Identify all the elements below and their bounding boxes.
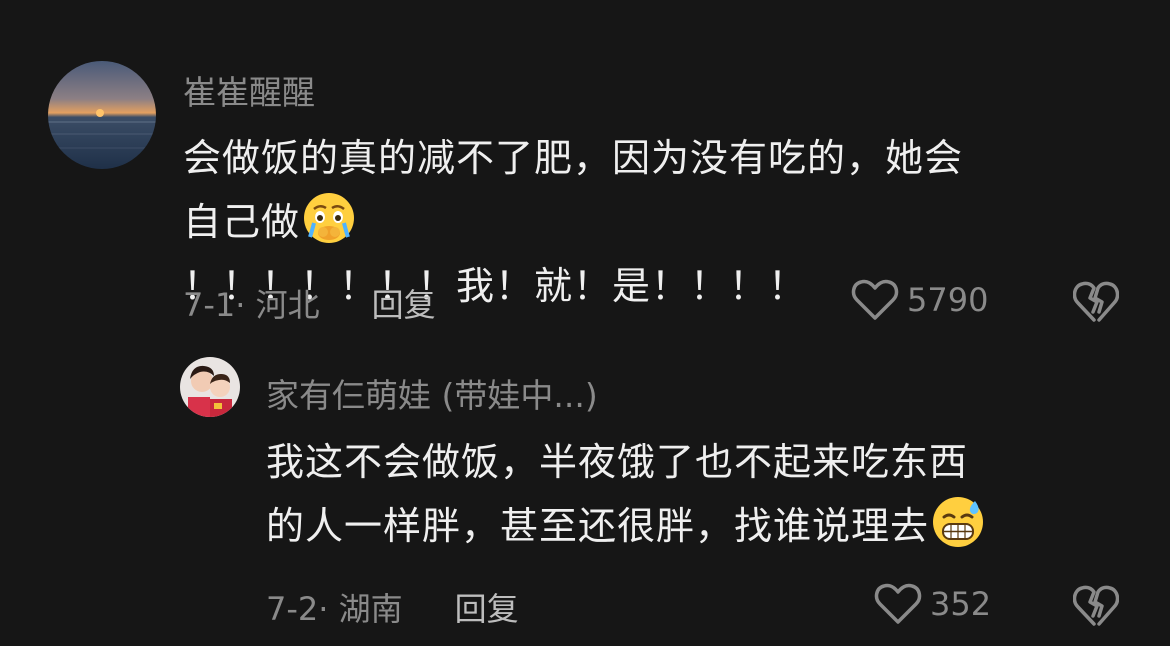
heart-icon	[874, 583, 922, 624]
reply-comment: 家有仨萌娃 (带娃中...) 我这不会做饭，半夜饿了也不起来吃东西 的人一样胖，…	[0, 0, 1170, 646]
reply-button[interactable]: 回复	[455, 590, 519, 628]
avatar[interactable]	[180, 357, 240, 417]
comment-text: 我这不会做饭，半夜饿了也不起来吃东西 的人一样胖，甚至还很胖，找谁说理去	[266, 430, 1126, 558]
grinning-sweat-emoji-icon	[931, 495, 985, 549]
comment-date: 7-2	[266, 590, 319, 628]
broken-heart-icon[interactable]	[1073, 584, 1119, 628]
comment-line: 我这不会做饭，半夜饿了也不起来吃东西	[266, 440, 969, 484]
like-button[interactable]: 352	[874, 582, 991, 626]
comment-line: 的人一样胖，甚至还很胖，找谁说理去	[266, 494, 1126, 558]
comment-location: 湖南	[338, 590, 403, 628]
username[interactable]: 家有仨萌娃 (带娃中...)	[266, 369, 598, 417]
comment-line-part: 的人一样胖，甚至还很胖，找谁说理去	[266, 504, 930, 548]
comment-meta: 7-2· 湖南 回复	[266, 584, 519, 630]
like-count: 352	[930, 585, 992, 623]
meta-separator: ·	[318, 590, 339, 628]
